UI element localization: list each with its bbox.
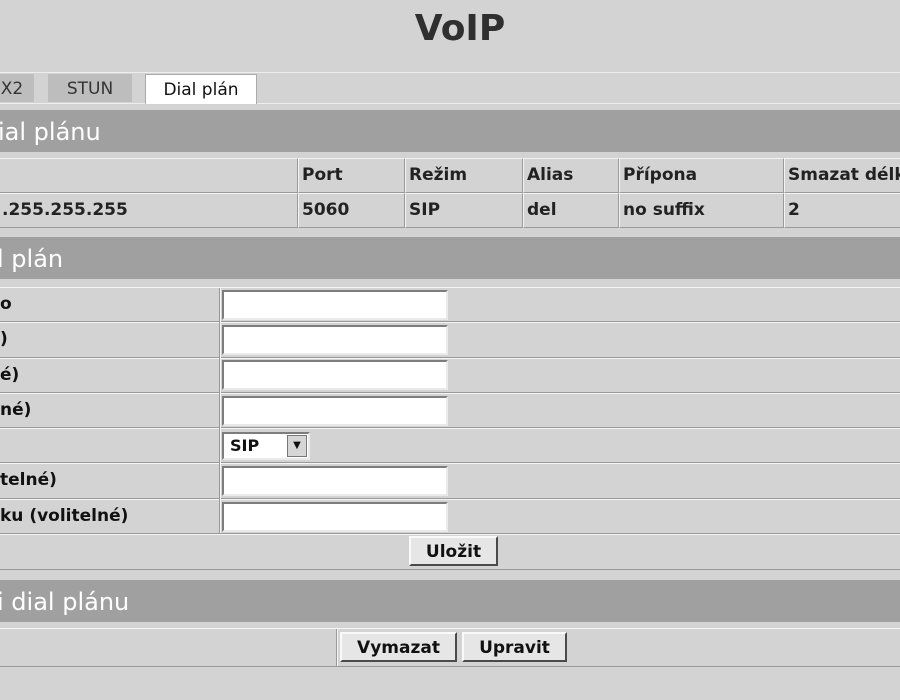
row-divider (0, 628, 900, 629)
row-divider (0, 534, 900, 535)
tab-label: STUN (66, 79, 114, 99)
table-cell-mode[interactable]: SIP (405, 193, 523, 228)
field-input-3[interactable] (222, 360, 448, 390)
field-label: né) (0, 400, 32, 420)
table-header-cell (0, 158, 298, 193)
field-input-7[interactable] (222, 502, 448, 532)
chevron-down-icon[interactable]: ▼ (287, 435, 307, 457)
field-label: ) (0, 329, 8, 349)
save-button[interactable]: Uložit (409, 536, 498, 566)
field-label: o (0, 294, 12, 314)
section-header-dial-plan-form: l plán (0, 237, 900, 279)
table-cell-port[interactable]: 5060 (298, 193, 405, 228)
column-divider (337, 629, 338, 666)
field-label: é) (0, 365, 20, 385)
section-title: l plán (0, 245, 64, 273)
row-divider (0, 428, 900, 429)
field-label: ku (volitelné) (0, 506, 129, 526)
tab-stun[interactable]: STUN (48, 74, 132, 102)
section-title: ial plánu (0, 118, 101, 146)
tab-label: X2 (0, 79, 24, 99)
table-cell-delete-length[interactable]: 2 (784, 193, 900, 228)
mode-select[interactable]: SIP ▼ (222, 432, 310, 460)
section-header-dial-plan-edit: i dial plánu (0, 580, 900, 622)
field-label: telné) (0, 470, 57, 490)
table-cell-address[interactable]: .255.255.255 (0, 193, 298, 228)
table-header-cell: Přípona (619, 158, 784, 193)
tab-x2[interactable]: X2 (0, 74, 34, 102)
tab-label: Dial plán (163, 80, 239, 100)
table-cell-alias[interactable]: del (523, 193, 619, 228)
edit-button[interactable]: Upravit (462, 632, 567, 662)
table-header-cell: Port (298, 158, 405, 193)
mode-select-value: SIP (230, 436, 260, 455)
section-title: i dial plánu (0, 588, 130, 616)
table-header-cell: Alias (523, 158, 619, 193)
tab-bar: X2 STUN Dial plán (0, 72, 900, 104)
row-divider (0, 666, 900, 667)
table-cell-suffix[interactable]: no suffix (619, 193, 784, 228)
section-header-dial-plan-list: ial plánu (0, 110, 900, 152)
field-input-4[interactable] (222, 396, 448, 426)
field-input-1[interactable] (222, 290, 448, 320)
column-divider (220, 288, 221, 533)
row-divider (0, 569, 900, 570)
tab-dial-plan[interactable]: Dial plán (145, 74, 257, 104)
field-input-6[interactable] (222, 466, 448, 496)
table-header-cell: Režim (405, 158, 523, 193)
delete-button[interactable]: Vymazat (340, 632, 457, 662)
field-input-2[interactable] (222, 325, 448, 355)
table-header-cell: Smazat délk (784, 158, 900, 193)
page-title: VoIP (414, 8, 506, 49)
